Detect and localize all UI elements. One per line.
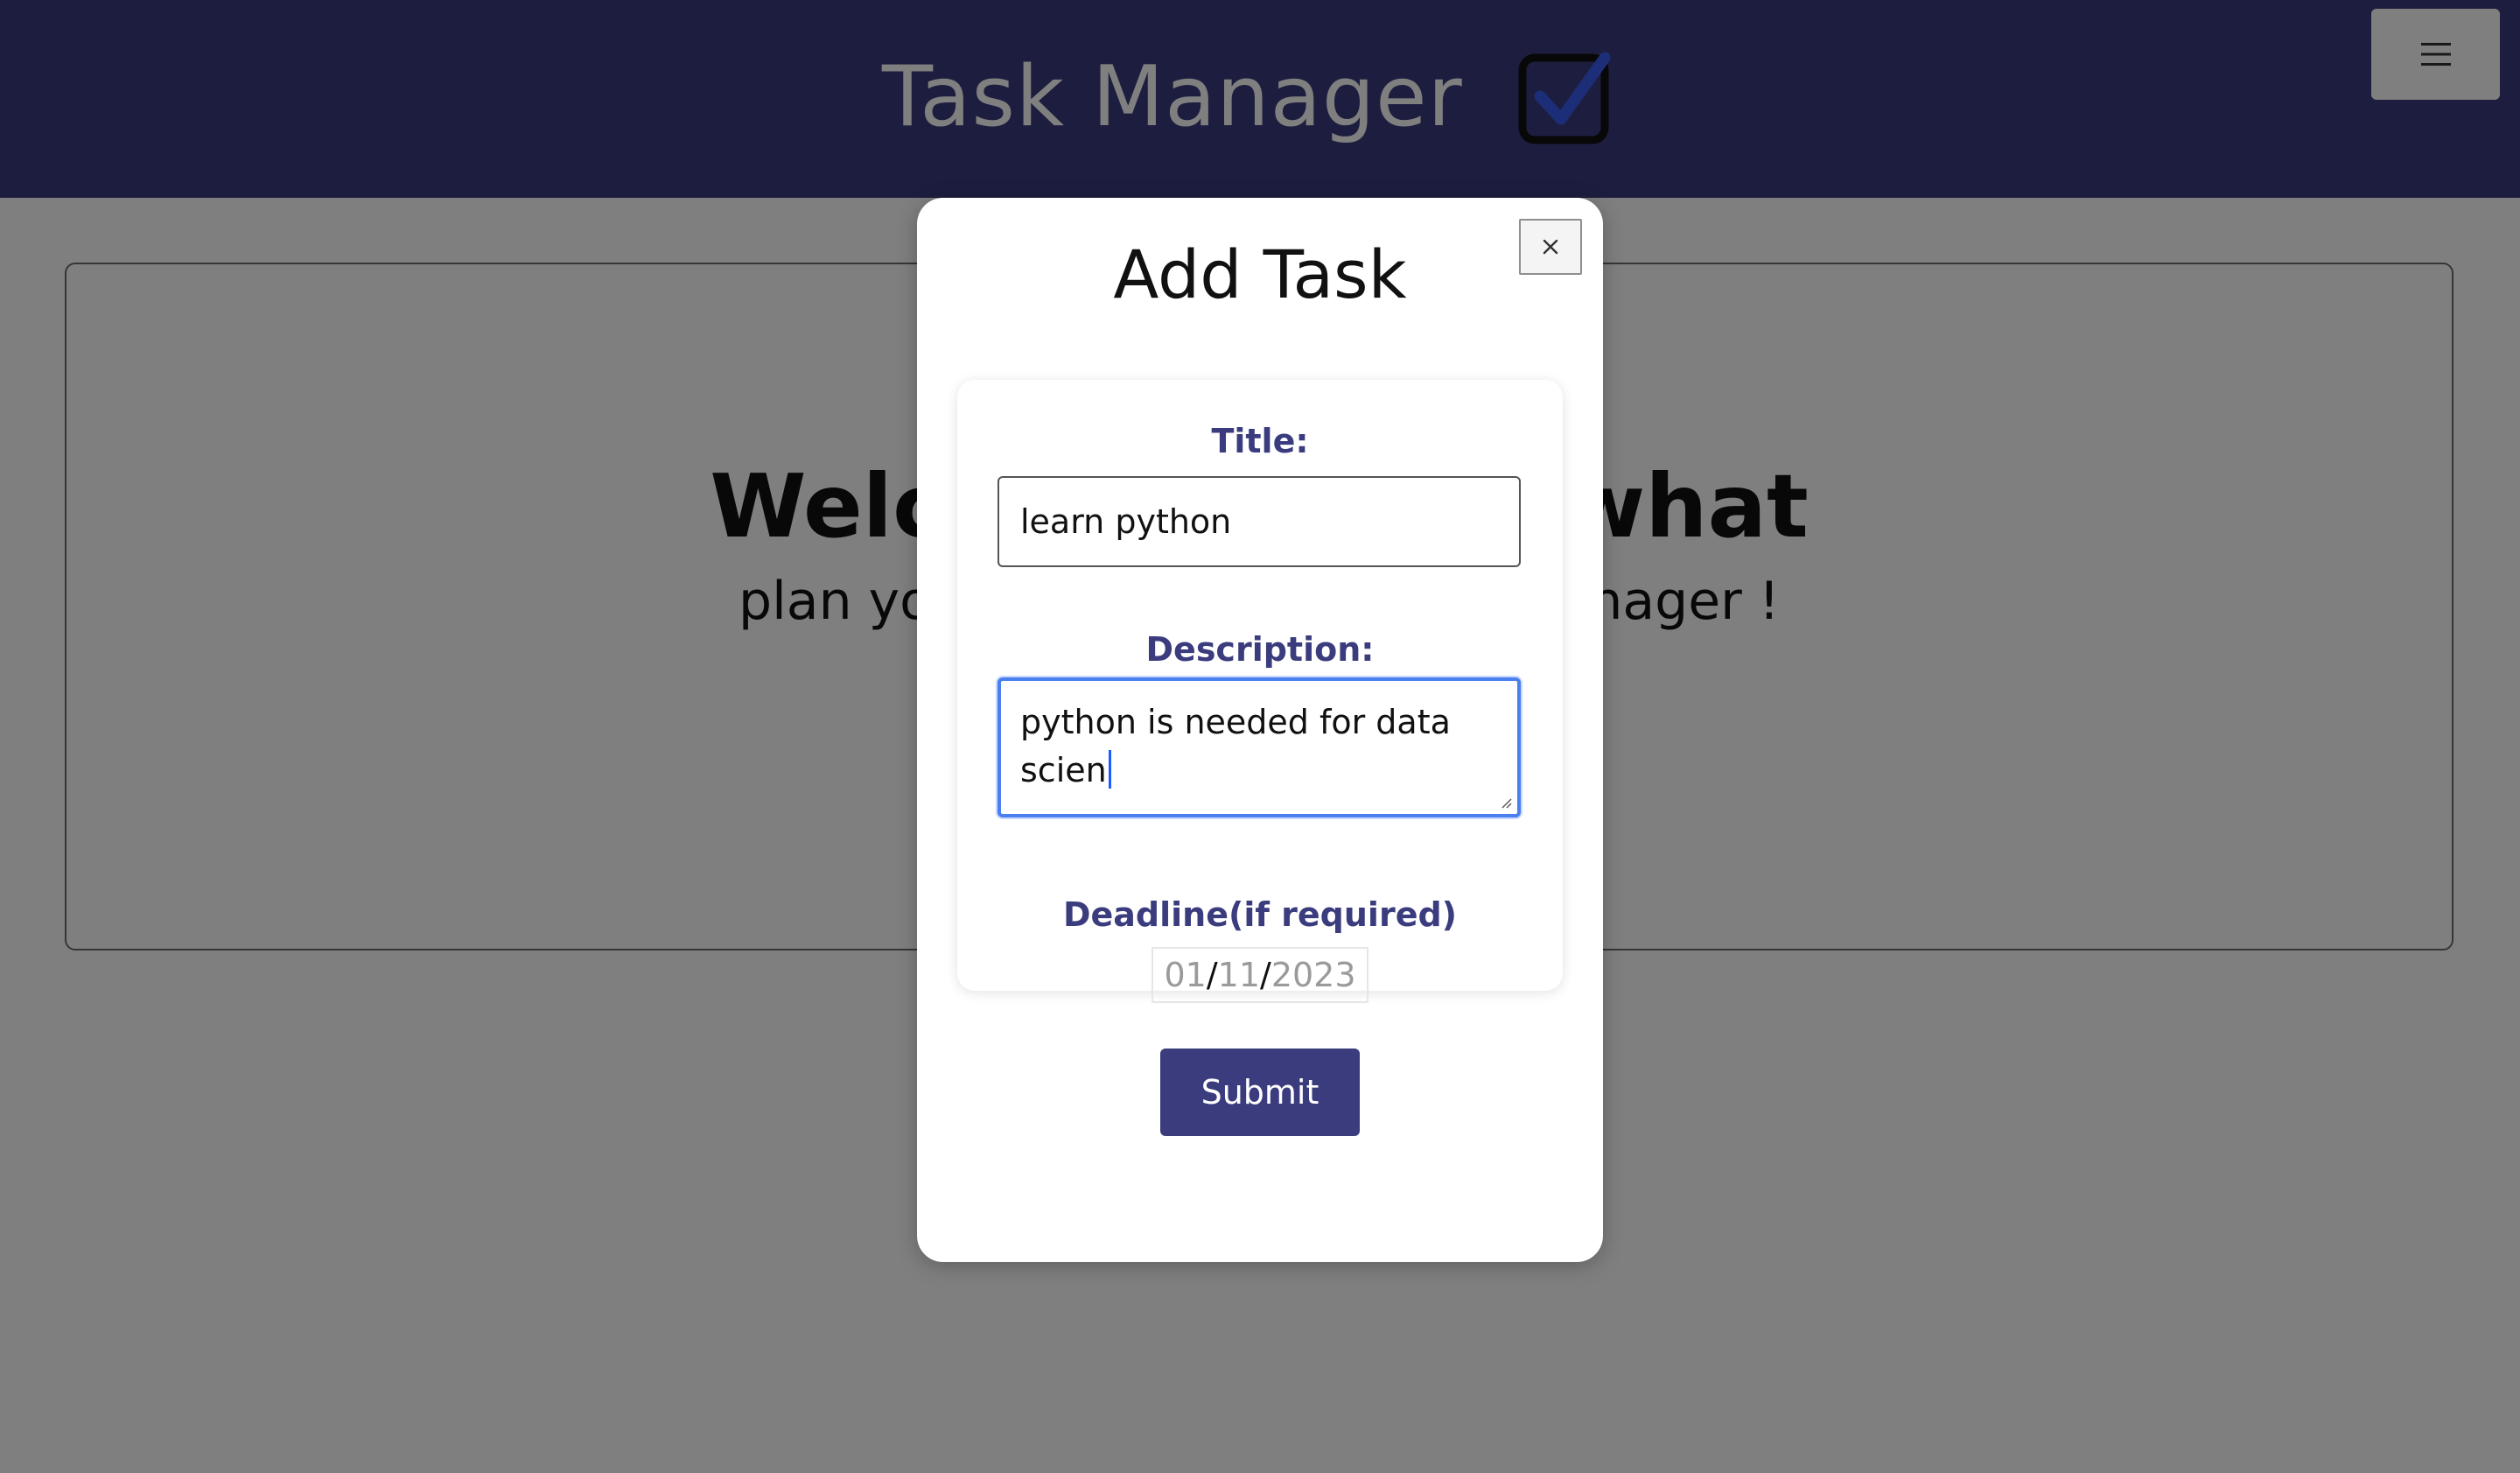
submit-button[interactable]: Submit [1160,1049,1360,1136]
close-icon [1543,239,1558,255]
resize-grip-icon[interactable] [1500,796,1512,809]
date-separator: / [1206,956,1218,994]
date-month[interactable]: 11 [1218,956,1260,994]
date-day[interactable]: 01 [1164,956,1206,994]
date-separator: / [1260,956,1271,994]
description-textarea[interactable]: python is needed for data scien [998,677,1521,817]
description-value: python is needed for data scien [1020,703,1461,790]
description-label: Description: [1145,630,1375,669]
title-label: Title: [1211,422,1309,460]
deadline-label: Deadline(if required) [1062,895,1458,934]
close-button[interactable] [1519,219,1582,275]
modal-title: Add Task [1113,235,1407,313]
deadline-date-input[interactable]: 01/11/2023 [1152,947,1368,1003]
date-year[interactable]: 2023 [1271,956,1356,994]
add-task-form: Title: Description: python is needed for… [957,380,1563,1003]
text-caret [1108,750,1111,789]
title-input[interactable] [998,476,1521,567]
